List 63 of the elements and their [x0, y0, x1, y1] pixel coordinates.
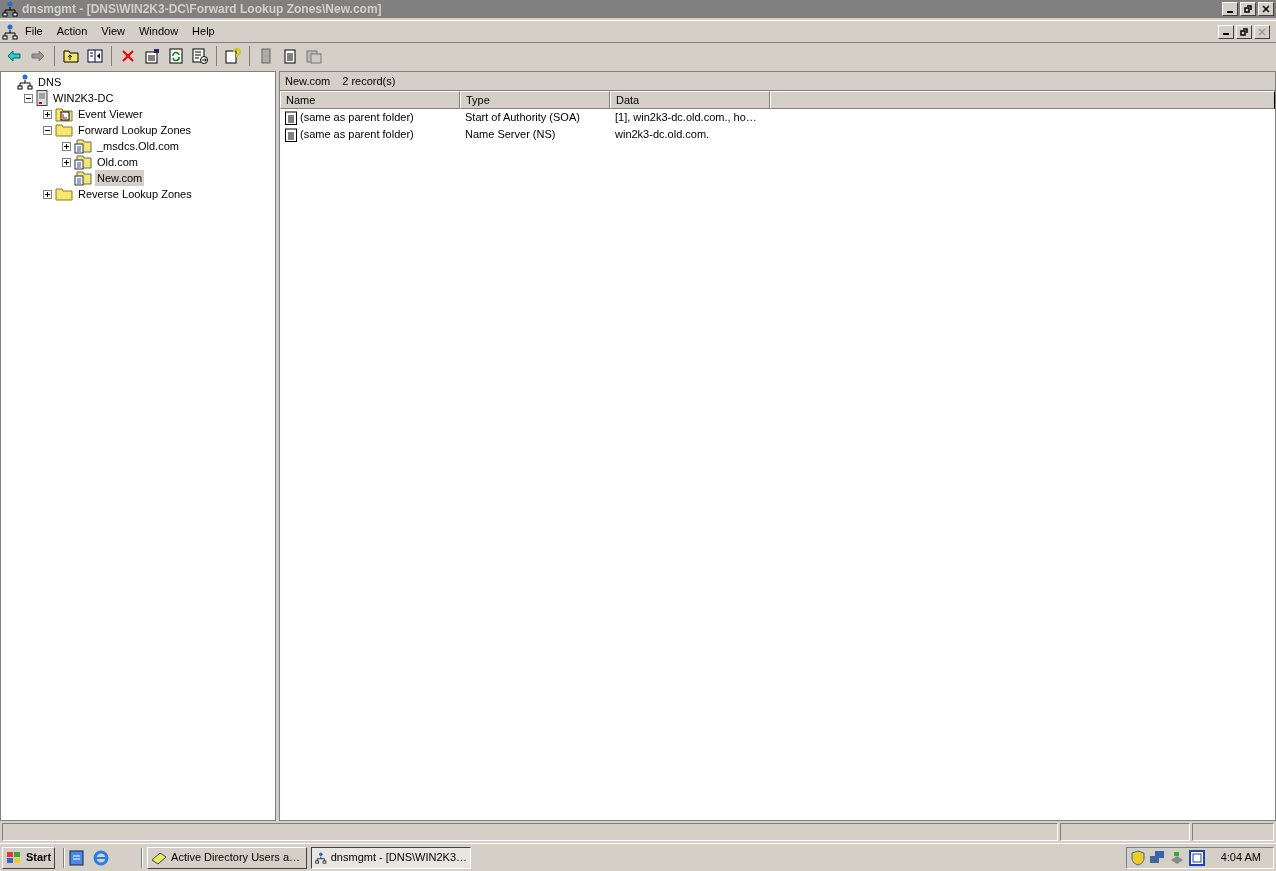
- tree-item[interactable]: New.com: [95, 169, 145, 187]
- menu-item[interactable]: File: [18, 23, 50, 40]
- table-cell-text: [1], win2k3-dc.old.com., ho…: [615, 110, 757, 126]
- start-button[interactable]: Start: [2, 846, 56, 869]
- window-title: dnsmgmt - [DNS\WIN2K3-DC\Forward Lookup Zones\New.com]: [22, 1, 382, 18]
- expand-icon[interactable]: [43, 189, 52, 199]
- table-cell-text: Start of Authority (SOA): [465, 110, 580, 126]
- menu-item[interactable]: Help: [185, 23, 222, 40]
- folder-icon: [55, 187, 73, 201]
- close-icon: [1262, 5, 1270, 13]
- expand-icon[interactable]: [43, 109, 52, 119]
- menu-item[interactable]: Window: [131, 23, 186, 40]
- zone-folder-icon: [74, 170, 92, 186]
- minimize-button[interactable]: [1222, 2, 1238, 16]
- zone-folder-icon: [74, 138, 92, 154]
- tree-item[interactable]: Event Viewer: [76, 105, 145, 123]
- windows-stack-icon: [1188, 849, 1205, 866]
- windows-logo: [6, 850, 22, 865]
- network-icon: [17, 74, 33, 90]
- table-cell-text: win2k3-dc.old.com.: [615, 127, 710, 143]
- column-header[interactable]: Type: [460, 91, 610, 109]
- tree-item[interactable]: Reverse Lookup Zones: [76, 185, 194, 203]
- column-header[interactable]: Name: [280, 91, 460, 109]
- collapse-icon[interactable]: [24, 93, 33, 103]
- list-title: New.com: [285, 73, 331, 89]
- tree-item[interactable]: _msdcs.Old.com: [95, 137, 181, 155]
- close-button[interactable]: [1254, 24, 1270, 39]
- network-icon: [2, 1, 18, 17]
- tree-item[interactable]: Forward Lookup Zones: [76, 121, 194, 139]
- table-cell[interactable]: (same as parent folder): [300, 126, 414, 143]
- record-count: 2 record(s): [342, 73, 396, 89]
- minimize-icon: [1223, 33, 1229, 35]
- record-icon: [285, 127, 297, 142]
- close-icon: [1258, 27, 1266, 36]
- table-cell-text: Name Server (NS): [465, 127, 556, 143]
- shield-icon: [1130, 849, 1145, 866]
- server-icon: [36, 90, 48, 106]
- tree-item[interactable]: WIN2K3-DC: [51, 89, 116, 107]
- network-icon: [2, 23, 18, 40]
- minimize-icon: [1227, 10, 1233, 13]
- close-button[interactable]: [1258, 2, 1274, 16]
- restore-button[interactable]: [1236, 24, 1252, 39]
- expand-icon[interactable]: [62, 141, 71, 151]
- zone-folder-icon: [74, 154, 92, 170]
- table-cell[interactable]: (same as parent folder): [300, 109, 414, 126]
- expand-icon[interactable]: [62, 157, 71, 167]
- restore-icon: [1240, 27, 1248, 36]
- folder-log-icon: [55, 106, 73, 122]
- minimize-button[interactable]: [1218, 24, 1234, 39]
- tree-item[interactable]: Old.com: [95, 153, 140, 171]
- restore-icon: [1244, 5, 1252, 13]
- clock: 4:04 AM: [1219, 850, 1262, 866]
- network-computers-icon: [1148, 849, 1165, 866]
- collapse-icon[interactable]: [43, 125, 52, 135]
- menu-item[interactable]: Action: [49, 23, 95, 40]
- record-icon: [285, 110, 297, 125]
- menu-item[interactable]: View: [94, 23, 132, 40]
- folder-icon: [55, 123, 73, 137]
- taskbar-button[interactable]: Active Directory Users a…: [147, 846, 308, 869]
- tree-item[interactable]: DNS: [36, 73, 64, 91]
- taskbar-button[interactable]: dnsmgmt - [DNS\WIN2K3…: [311, 846, 472, 869]
- restore-button[interactable]: [1240, 2, 1256, 16]
- column-header[interactable]: Data: [610, 91, 770, 109]
